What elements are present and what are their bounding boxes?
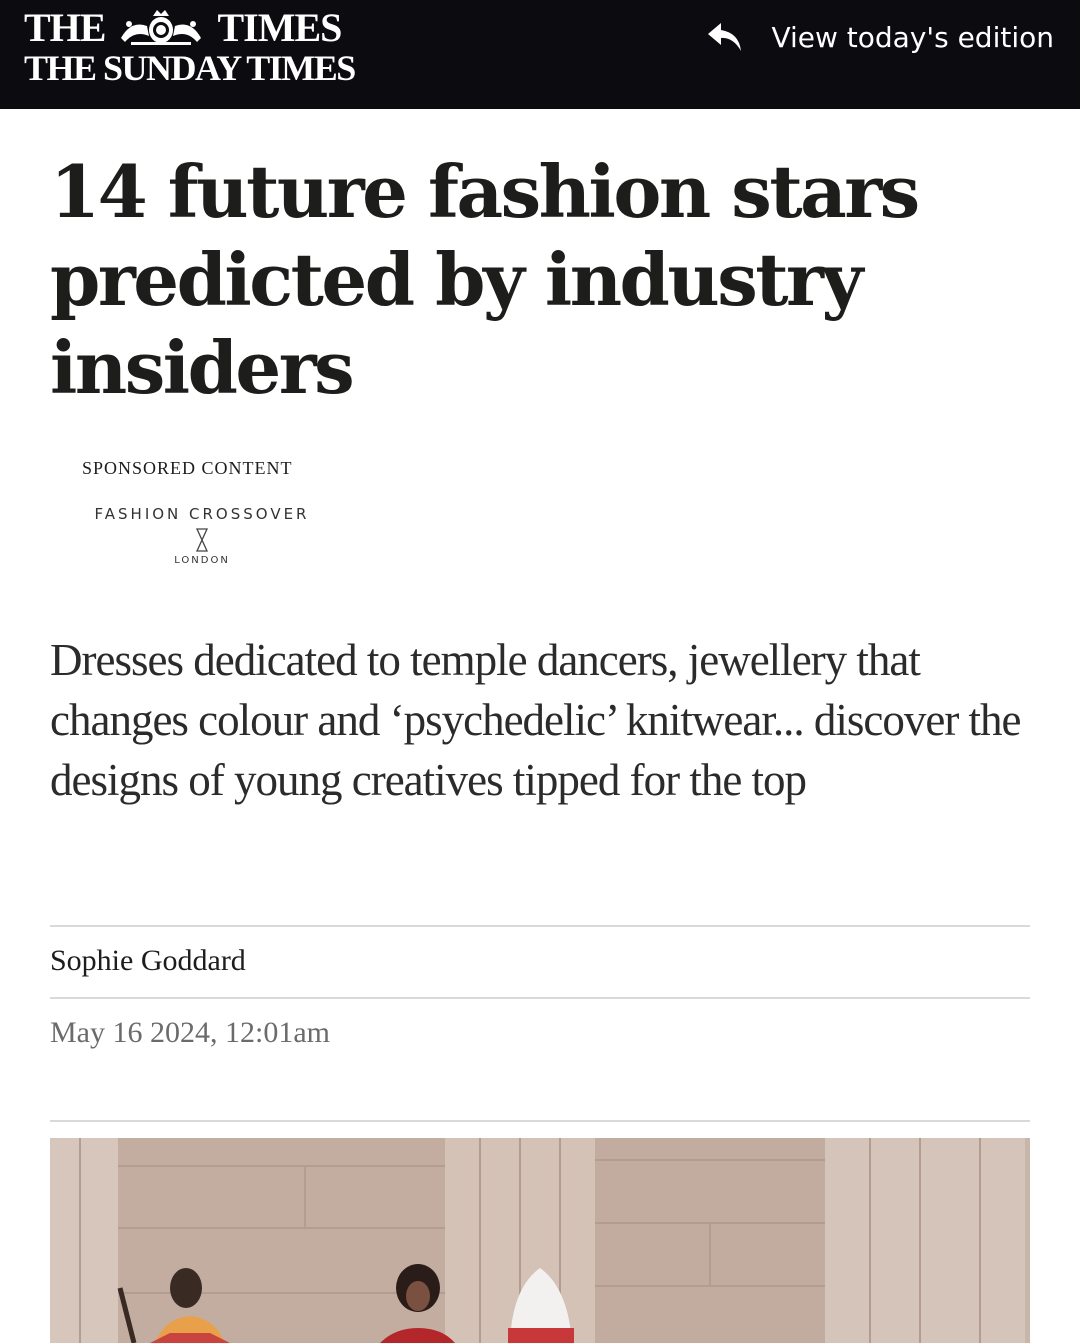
hero-photo [50,1138,1030,1343]
divider [50,925,1030,927]
author-byline[interactable]: Sophie Goddard [50,944,246,978]
article-standfirst: Dresses dedicated to temple dancers, jew… [50,635,1022,805]
divider [50,1120,1030,1122]
masthead-line-1: THE TIMES [24,8,384,48]
reply-arrow-icon [708,23,742,51]
sponsor-city: LONDON [174,555,230,566]
masthead-logo[interactable]: THE TIMES THE SUNDAY TIMES [24,8,384,89]
hourglass-icon [195,528,209,552]
masthead-times: TIMES [217,5,342,50]
top-bar: THE TIMES THE SUNDAY TIMES View today's … [0,0,1080,109]
masthead-the: THE [24,5,106,50]
publish-date: May 16 2024, 12:01am [50,1016,330,1049]
masthead-line-2: THE SUNDAY TIMES [24,48,356,88]
view-edition-label: View today's edition [771,20,1054,54]
divider [50,997,1030,999]
sponsor-logo[interactable]: FASHION CROSSOVER LONDON [82,505,322,566]
sponsored-content-label: SPONSORED CONTENT [82,458,293,478]
view-todays-edition-button[interactable]: View today's edition [705,16,1054,58]
hero-image[interactable] [50,1138,1030,1343]
article-headline: 14 future fashion stars predicted by ind… [50,149,920,410]
royal-crest-icon [121,10,202,45]
sponsor-name: FASHION CROSSOVER [94,505,310,523]
